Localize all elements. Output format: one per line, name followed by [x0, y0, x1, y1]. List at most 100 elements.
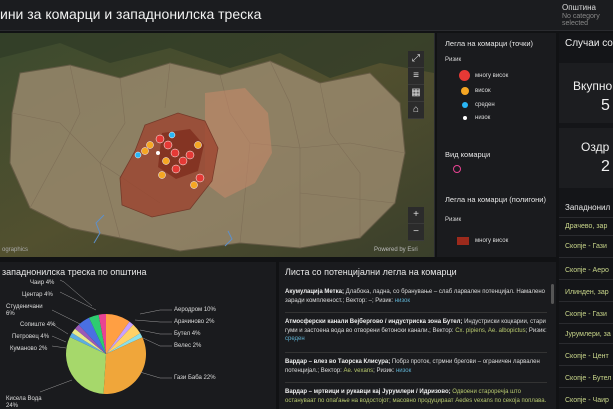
legend-panel: Легла на комарци (точки) Ризик многу вис…: [437, 33, 556, 257]
app-header: ини за комарци и западнонилска треска Оп…: [0, 0, 613, 31]
case-list-item[interactable]: Скопје - Чаир: [565, 397, 609, 404]
municipality-filter-label[interactable]: Општина: [562, 3, 596, 12]
row-divider: [559, 257, 613, 258]
recovered-value: 2: [601, 158, 610, 175]
legend-points-title: Легла на комарци (точки): [445, 39, 534, 48]
list-item[interactable]: Вардар – влез во Таорска Клисура; Побрз …: [285, 358, 547, 375]
legend-high-icon: [461, 87, 469, 95]
case-list-item[interactable]: Скопје - Бутел: [565, 375, 611, 382]
point-very-high: [155, 134, 165, 144]
municipality-filter-status[interactable]: No category selected: [562, 13, 613, 27]
map-view[interactable]: ⤢ ≡ ▦ ⌂ + − ographics Powered by Esri: [0, 33, 435, 257]
legend-very-high-icon: [459, 70, 470, 81]
layers-icon[interactable]: ≡: [408, 68, 424, 85]
list-item-risk: среден: [285, 336, 305, 342]
point-low: [156, 151, 160, 155]
cases-title: Случаи со: [565, 38, 613, 49]
pie-label-centar: Центар 4%: [22, 292, 53, 298]
point-medium: [134, 151, 142, 159]
legend-points-field: Ризик: [445, 57, 462, 63]
row-divider: [559, 217, 613, 218]
point-high: [190, 181, 198, 189]
list-item-risk: низок: [395, 367, 412, 374]
legend-medium-icon: [462, 102, 468, 108]
case-list-item[interactable]: Скопје - Аеро: [565, 267, 609, 274]
wnv-list-title: Западнонил: [565, 203, 611, 212]
zoom-controls: + −: [408, 207, 424, 241]
pie-label-studenichani: Студеничани 6%: [6, 304, 43, 317]
legend-species-icon: [453, 165, 461, 173]
row-divider: [285, 382, 547, 383]
recovered-card: Оздр 2: [559, 128, 613, 188]
row-divider: [559, 301, 613, 302]
list-item[interactable]: Атмосферски канали Вејбергово / индустри…: [285, 318, 547, 344]
basemap-icon[interactable]: ▦: [408, 85, 424, 102]
case-list-item[interactable]: Јурумлери, за: [565, 331, 611, 338]
legend-polygons-title: Легла на комарци (полигони): [445, 195, 546, 204]
pie-label-aerodrom: Аеродром 10%: [174, 307, 216, 313]
map-attribution: ographics: [2, 247, 29, 253]
row-divider: [559, 343, 613, 344]
breeding-sites-list-title: Листа со потенцијални легла на комарци: [285, 267, 457, 277]
pie-label-sopiste: Сопиште 4%: [20, 322, 56, 328]
pie-label-arachinovo: Арачиново 2%: [174, 319, 215, 325]
map-canvas[interactable]: [0, 33, 434, 257]
total-cases-label: Вкупно: [573, 79, 613, 93]
list-item-risk-label: ; Ризик:: [525, 327, 547, 334]
list-item-risk: низок: [394, 297, 411, 304]
case-list-item[interactable]: Скопје - Цент: [565, 353, 609, 360]
zoom-in-button[interactable]: +: [408, 207, 424, 224]
case-list-item[interactable]: Драчево, зар: [565, 223, 607, 230]
point-high: [146, 141, 154, 149]
esri-powered-by[interactable]: Powered by Esri: [374, 247, 418, 253]
case-list-item[interactable]: Илинден, зар: [565, 289, 609, 296]
list-item[interactable]: Акумулација Метка; Длабока, ладна, со бр…: [285, 288, 547, 305]
list-item-title: Акумулација Метка;: [285, 289, 344, 295]
legend-polygon-very-high-label: многу висок: [475, 238, 509, 244]
row-divider: [559, 365, 613, 366]
legend-polygons-field: Ризик: [445, 217, 462, 223]
row-divider: [559, 323, 613, 324]
list-item-risk-label: ; Ризик:: [373, 367, 395, 374]
point-very-high: [171, 164, 181, 174]
page-title: ини за комарци и западнонилска треска: [0, 6, 262, 22]
point-high: [194, 141, 202, 149]
pie-label-chair: Чаир 4%: [30, 280, 55, 286]
total-cases-card: Вкупно 5: [559, 63, 613, 123]
case-list-item[interactable]: Скопје - Гази: [565, 243, 607, 250]
total-cases-value: 5: [601, 97, 610, 114]
point-very-high: [163, 140, 173, 150]
recovered-label: Оздр: [581, 140, 610, 154]
pie-chart-panel: западнонилска треска по општина Чаир 4% …: [0, 262, 276, 409]
legend-very-high-label: многу висок: [475, 73, 509, 79]
row-divider: [285, 312, 547, 313]
list-item-vector: Cx. pipiens, Ae. albopictus: [455, 327, 526, 334]
home-icon[interactable]: ⌂: [408, 102, 424, 119]
list-item[interactable]: Вардар – мртвици и рукавци кај Јурумлери…: [285, 388, 547, 405]
legend-high-label: висок: [475, 88, 491, 94]
legend-low-icon: [463, 116, 467, 120]
point-very-high: [178, 156, 188, 166]
point-high: [141, 147, 149, 155]
list-item-title: Вардар – мртвици и рукавци кај Јурумлери…: [285, 389, 451, 395]
row-divider: [285, 352, 547, 353]
pie-label-petrovec: Петровец 4%: [12, 334, 50, 340]
legend-low-label: низок: [475, 115, 491, 121]
row-divider: [559, 235, 613, 236]
expand-icon[interactable]: ⤢: [408, 51, 424, 68]
pie-label-kisela-voda: Кисела Вода 24%: [6, 396, 42, 409]
legend-polygon-very-high-icon: [457, 237, 469, 245]
point-high: [162, 157, 170, 165]
zoom-out-button[interactable]: −: [408, 224, 424, 241]
case-list-item[interactable]: Скопје - Гази: [565, 311, 607, 318]
list-item-vector: Ae. vexans: [343, 367, 374, 374]
list-item-title: Вардар – влез во Таорска Клисура;: [285, 359, 391, 365]
row-divider: [559, 387, 613, 388]
list-scrollbar[interactable]: [551, 284, 554, 304]
map-controls-top: ⤢ ≡ ▦ ⌂: [408, 51, 424, 119]
row-divider: [559, 279, 613, 280]
point-high: [158, 171, 166, 179]
pie-label-kumanovo: Куманово 2%: [10, 346, 48, 352]
breeding-sites-list-panel: Листа со потенцијални легла на комарци А…: [279, 262, 556, 409]
pie-label-veles: Велес 2%: [174, 343, 202, 349]
